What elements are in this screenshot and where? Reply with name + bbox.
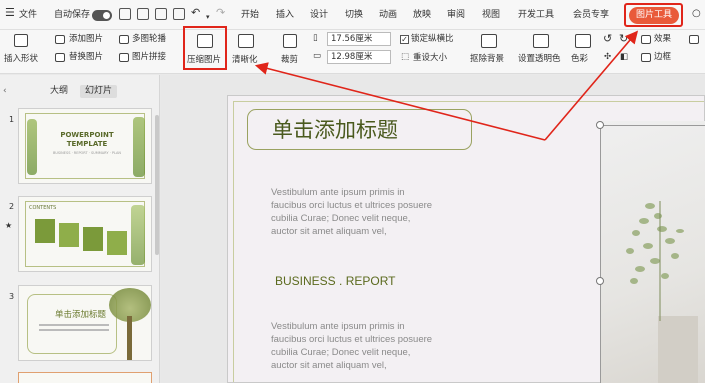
ribbon: 插入形状 添加图片 替换图片 多图轮播 图片拼接 压缩图片 清晰化 裁剪 ▯ 1…	[0, 30, 705, 74]
tab-home[interactable]: 开始	[241, 9, 259, 21]
tab-review[interactable]: 审阅	[447, 9, 465, 21]
panel-scrollbar[interactable]	[155, 115, 159, 255]
effects-icon	[641, 35, 651, 44]
resize-handle-left[interactable]	[596, 277, 604, 285]
lock-ratio-checkbox[interactable]: ✓	[400, 35, 409, 44]
rotate-right-icon[interactable]: ↻	[619, 33, 628, 44]
resize-handle-top-left[interactable]	[596, 121, 604, 129]
star-icon: ★	[5, 221, 13, 230]
insert-shape-icon[interactable]	[14, 34, 28, 47]
crop-icon	[283, 34, 297, 48]
compress-picture-highlight	[183, 26, 227, 70]
editing-canvas[interactable]: 单击添加标题 Vestibulum ante ipsum primis in f…	[161, 75, 705, 383]
effects-button[interactable]: 效果	[654, 34, 671, 45]
undo-icon[interactable]: ↶	[191, 7, 200, 19]
print-icon[interactable]	[155, 8, 167, 20]
menu-bar: ☰ 文件 自动保存 ↶ ▾ ↷ 开始 插入 设计 切换 动画 放映 审阅 视图 …	[0, 0, 705, 30]
picture-icon	[55, 35, 65, 44]
tab-transition[interactable]: 切换	[345, 9, 363, 21]
border-icon	[641, 53, 651, 62]
sharpen-button[interactable]: 清晰化	[232, 55, 258, 66]
tab-insert[interactable]: 插入	[276, 9, 294, 21]
replace-icon	[55, 53, 65, 62]
set-transparent-color-button[interactable]: 设置透明色	[518, 54, 561, 65]
tab-outline[interactable]: 大纲	[45, 85, 73, 98]
color-button[interactable]: 色彩	[571, 54, 588, 65]
tab-member[interactable]: 会员专享	[573, 9, 609, 21]
tab-picture-tools[interactable]: 图片工具	[629, 7, 679, 24]
remove-background-icon	[481, 34, 497, 48]
stitch-icon	[119, 53, 129, 62]
tab-design[interactable]: 设计	[310, 9, 328, 21]
transparent-color-icon	[533, 34, 549, 48]
tab-slides[interactable]: 幻灯片	[80, 85, 118, 98]
redo-icon[interactable]: ↷	[216, 7, 225, 19]
thumb-subtitle: BUSINESS · REPORT · SUMMARY · PLAN	[52, 151, 122, 155]
slide-title[interactable]: 单击添加标题	[272, 118, 398, 142]
color-icon	[575, 34, 591, 48]
width-input[interactable]: 12.98厘米	[327, 50, 391, 64]
section-heading[interactable]: BUSINESS . REPORT	[275, 274, 395, 288]
search-icon[interactable]: ○	[692, 8, 701, 20]
selection-outline	[600, 125, 705, 383]
slide[interactable]: 单击添加标题 Vestibulum ante ipsum primis in f…	[227, 95, 705, 383]
file-menu[interactable]: 文件	[19, 9, 37, 21]
replace-picture-button[interactable]: 替换图片	[69, 52, 103, 63]
lock-ratio-label: 锁定纵横比	[411, 34, 454, 44]
tab-animation[interactable]: 动画	[379, 9, 397, 21]
tab-developer[interactable]: 开发工具	[518, 9, 554, 21]
slide-thumbnail-4[interactable]	[18, 372, 152, 383]
reset-size-icon: ⬚	[401, 52, 410, 62]
thumb-title: 单击添加标题	[55, 310, 107, 320]
autosave-label: 自动保存	[54, 10, 91, 20]
slide-number: 2	[9, 202, 15, 211]
more-icon[interactable]	[689, 35, 699, 44]
thumb-title: POWERPOINT TEMPLATE	[60, 131, 114, 148]
remove-background-button[interactable]: 抠除背景	[470, 54, 504, 65]
slide-thumbnail-3[interactable]: 单击添加标题	[18, 285, 152, 361]
slide-panel: ‹ 大纲 幻灯片 1 POWERPOINT TEMPLATE BUSINESS …	[0, 75, 160, 383]
preview-icon[interactable]	[173, 8, 185, 20]
undo-dropdown-icon[interactable]: ▾	[206, 11, 210, 23]
slide-number: 3	[9, 292, 15, 301]
insert-shape-button[interactable]: 插入形状	[4, 54, 38, 65]
crop-button[interactable]: 裁剪	[281, 55, 298, 66]
align-icon[interactable]: ◧	[620, 52, 628, 63]
multi-picture-button[interactable]: 多图轮播	[132, 34, 166, 45]
thumb-contents: CONTENTS	[29, 205, 57, 211]
add-picture-button[interactable]: 添加图片	[69, 34, 103, 45]
height-icon: ▯	[313, 33, 318, 43]
body-text-1[interactable]: Vestibulum ante ipsum primis in faucibus…	[271, 186, 436, 238]
height-input[interactable]: 17.56厘米	[327, 32, 391, 46]
title-placeholder[interactable]: 单击添加标题	[247, 109, 472, 150]
collapse-panel-icon[interactable]: ‹	[3, 85, 7, 97]
body-text-2[interactable]: Vestibulum ante ipsum primis in faucibus…	[271, 320, 436, 383]
autosave-toggle[interactable]	[92, 10, 112, 21]
hamburger-icon[interactable]: ☰	[5, 7, 15, 19]
tab-slideshow[interactable]: 放映	[413, 9, 431, 21]
save-icon[interactable]	[119, 8, 131, 20]
tab-view[interactable]: 视图	[482, 9, 500, 21]
border-button[interactable]: 边框	[654, 52, 671, 63]
rotate-left-icon[interactable]: ↺	[603, 33, 612, 44]
flip-icon[interactable]: ✣	[604, 52, 611, 63]
sharpen-icon	[238, 34, 254, 48]
export-icon[interactable]	[137, 8, 149, 20]
picture-stitch-button[interactable]: 图片拼接	[132, 52, 166, 63]
reset-size-button[interactable]: 重设大小	[413, 53, 447, 64]
slide-thumbnail-1[interactable]: POWERPOINT TEMPLATE BUSINESS · REPORT · …	[18, 108, 152, 184]
width-icon: ▭	[313, 51, 322, 61]
slide-thumbnail-2[interactable]: CONTENTS	[18, 196, 152, 272]
slide-number: 1	[9, 115, 15, 124]
carousel-icon	[119, 35, 129, 44]
